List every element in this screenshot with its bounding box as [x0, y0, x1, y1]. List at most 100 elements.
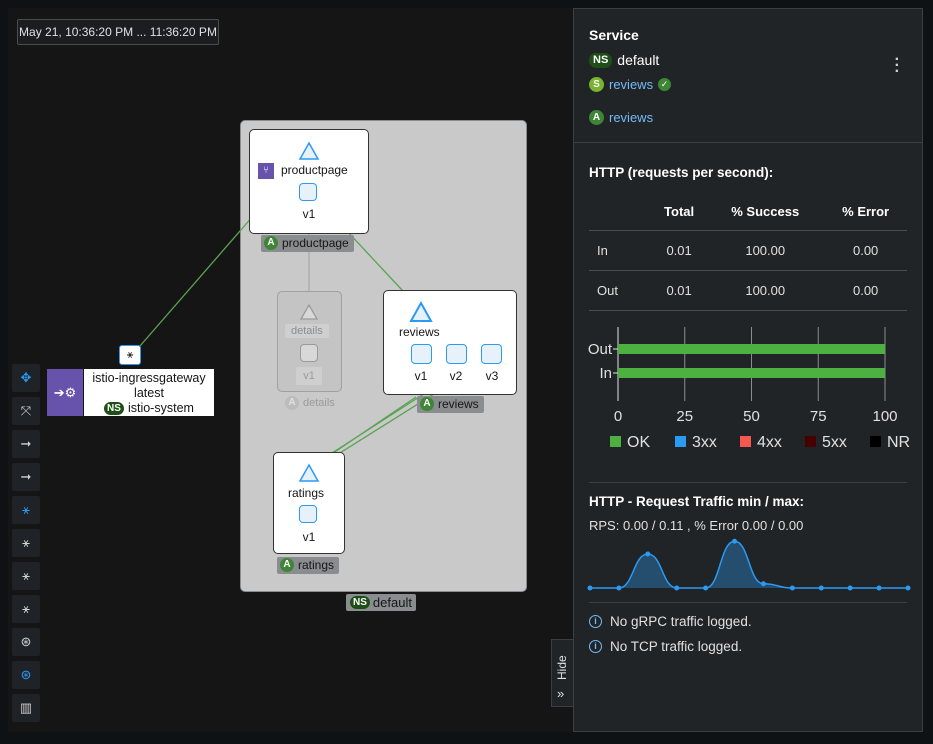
- details-workload-node[interactable]: [300, 344, 318, 362]
- side-panel: Service · · · NS default S reviews ✓ A rev…: [573, 8, 923, 732]
- legend-label: NR: [887, 434, 910, 451]
- reviews-v1-workload-node[interactable]: [411, 344, 432, 364]
- layout-icon[interactable]: ⊛: [12, 661, 40, 689]
- traffic-point: [703, 585, 709, 591]
- service-row: S reviews ✓: [589, 77, 672, 92]
- ratings-app-label[interactable]: Aratings: [277, 557, 340, 574]
- fit-icon[interactable]: ⤧: [12, 397, 40, 425]
- service-summary: Service · · · NS default S reviews ✓ A rev…: [574, 9, 922, 143]
- service-triangle-icon[interactable]: [298, 463, 320, 483]
- divider: [589, 482, 907, 483]
- reviews-v3-version-label: v3: [479, 367, 505, 385]
- hide-panel-button[interactable]: Hide »: [551, 639, 573, 707]
- traffic-point: [818, 585, 824, 591]
- layout-icon[interactable]: ⚹: [12, 529, 40, 557]
- ingress-gateway-node[interactable]: istio-ingressgateway latest NS istio-syst…: [84, 369, 214, 416]
- ingress-name: istio-ingressgateway: [92, 371, 206, 385]
- legend-swatch: [740, 436, 751, 447]
- table-cell: 100.00: [706, 270, 825, 311]
- reviews-v1-version-label: v1: [408, 367, 434, 385]
- reviews-v3-workload-node[interactable]: [481, 344, 502, 364]
- productpage-version-label: v1: [296, 205, 322, 223]
- traffic-point: [789, 585, 795, 591]
- namespace-value: default: [617, 52, 660, 68]
- tick-label: 50: [743, 408, 760, 425]
- ratings-service-label: ratings: [282, 485, 331, 501]
- service-triangle-icon[interactable]: [298, 141, 320, 161]
- bar-ok: [618, 368, 885, 378]
- table-cell: 0.01: [652, 230, 707, 271]
- reviews-service-label: reviews: [393, 324, 446, 340]
- traffic-point: [674, 585, 680, 591]
- details-app-name: details: [303, 397, 335, 409]
- reviews-v2-version-label: v2: [443, 367, 469, 385]
- app-badge: A: [589, 110, 604, 125]
- map-icon[interactable]: ▥: [12, 694, 40, 722]
- reviews-app-name: reviews: [438, 397, 479, 411]
- table-cell: Out: [589, 270, 652, 311]
- reviews-app-label[interactable]: Areviews: [417, 396, 484, 413]
- traffic-point: [876, 585, 882, 591]
- ns-badge: NS: [350, 596, 370, 609]
- reviews-v2-workload-node[interactable]: [446, 344, 467, 364]
- layout-icon[interactable]: ⚹: [12, 562, 40, 590]
- productpage-app-label[interactable]: Aproductpage: [261, 235, 354, 252]
- ratings-version-label: v1: [296, 528, 322, 546]
- legend-swatch: [610, 436, 621, 447]
- ingress-version: latest: [134, 386, 164, 400]
- traffic-sparkline: [587, 538, 911, 591]
- legend-swatch: [870, 436, 881, 447]
- ingress-namespace: istio-system: [127, 401, 194, 415]
- service-triangle-icon[interactable]: [299, 303, 319, 321]
- no-grpc-text: No gRPC traffic logged.: [610, 614, 752, 629]
- category-label: In: [599, 365, 612, 382]
- details-app-label[interactable]: Adetails: [282, 395, 340, 412]
- traffic-point: [905, 585, 911, 591]
- legend-swatch: [805, 436, 816, 447]
- service-link[interactable]: reviews: [609, 77, 653, 92]
- app-badge: A: [264, 236, 278, 250]
- ratings-workload-node[interactable]: [299, 505, 317, 523]
- service-badge: S: [589, 77, 604, 92]
- tick-label: 0: [614, 408, 622, 425]
- panel-title: Service: [589, 27, 639, 43]
- http-traffic-table: Total % Success % Error In 0.01 100.00 0…: [589, 192, 907, 311]
- table-header: Total: [652, 192, 707, 231]
- table-header-row: Total % Success % Error: [589, 192, 907, 231]
- kebab-menu-icon[interactable]: · · ·: [895, 52, 900, 80]
- service-triangle-icon[interactable]: [409, 301, 433, 323]
- table-header: [589, 192, 652, 231]
- arrow-icon[interactable]: ➞: [12, 430, 40, 458]
- table-row: Out 0.01 100.00 0.00: [589, 270, 907, 311]
- productpage-workload-node[interactable]: [299, 183, 317, 201]
- productpage-app-name: productpage: [282, 236, 349, 250]
- arrow-icon[interactable]: ➞: [12, 463, 40, 491]
- gateway-icon[interactable]: ➔⚙: [47, 369, 83, 416]
- tick-label: 100: [872, 408, 897, 425]
- app-badge: A: [420, 397, 434, 411]
- move-icon[interactable]: ✥: [12, 364, 40, 392]
- double-chevron-icon: »: [557, 686, 565, 701]
- traffic-point: [587, 585, 593, 591]
- app-link[interactable]: reviews: [609, 110, 653, 125]
- productpage-service-label: productpage: [275, 162, 354, 178]
- divider: [589, 602, 907, 603]
- gateway-service-icon[interactable]: ⚹: [119, 345, 141, 365]
- layout-icon[interactable]: ⊛: [12, 628, 40, 656]
- table-header: % Error: [824, 192, 907, 231]
- traffic-point: [847, 585, 853, 591]
- http-bar-chart: 0 25 50 75 100 Out In OK 3xx 4xx 5xx NR: [588, 327, 910, 451]
- layout-icon[interactable]: ⚹: [12, 595, 40, 623]
- bar-ok: [618, 344, 885, 354]
- table-cell: 0.00: [824, 270, 907, 311]
- table-cell: 100.00: [706, 230, 825, 271]
- namespace-label[interactable]: NS default: [346, 594, 416, 611]
- http-heading: HTTP (requests per second):: [589, 165, 774, 180]
- table-header: % Success: [706, 192, 825, 231]
- traffic-point: [616, 585, 622, 591]
- layout-icon[interactable]: ⚹: [12, 496, 40, 524]
- details-version-label: v1: [296, 367, 322, 385]
- legend-label: 5xx: [822, 434, 847, 451]
- table-row: In 0.01 100.00 0.00: [589, 230, 907, 271]
- no-grpc-info: i No gRPC traffic logged.: [589, 614, 752, 629]
